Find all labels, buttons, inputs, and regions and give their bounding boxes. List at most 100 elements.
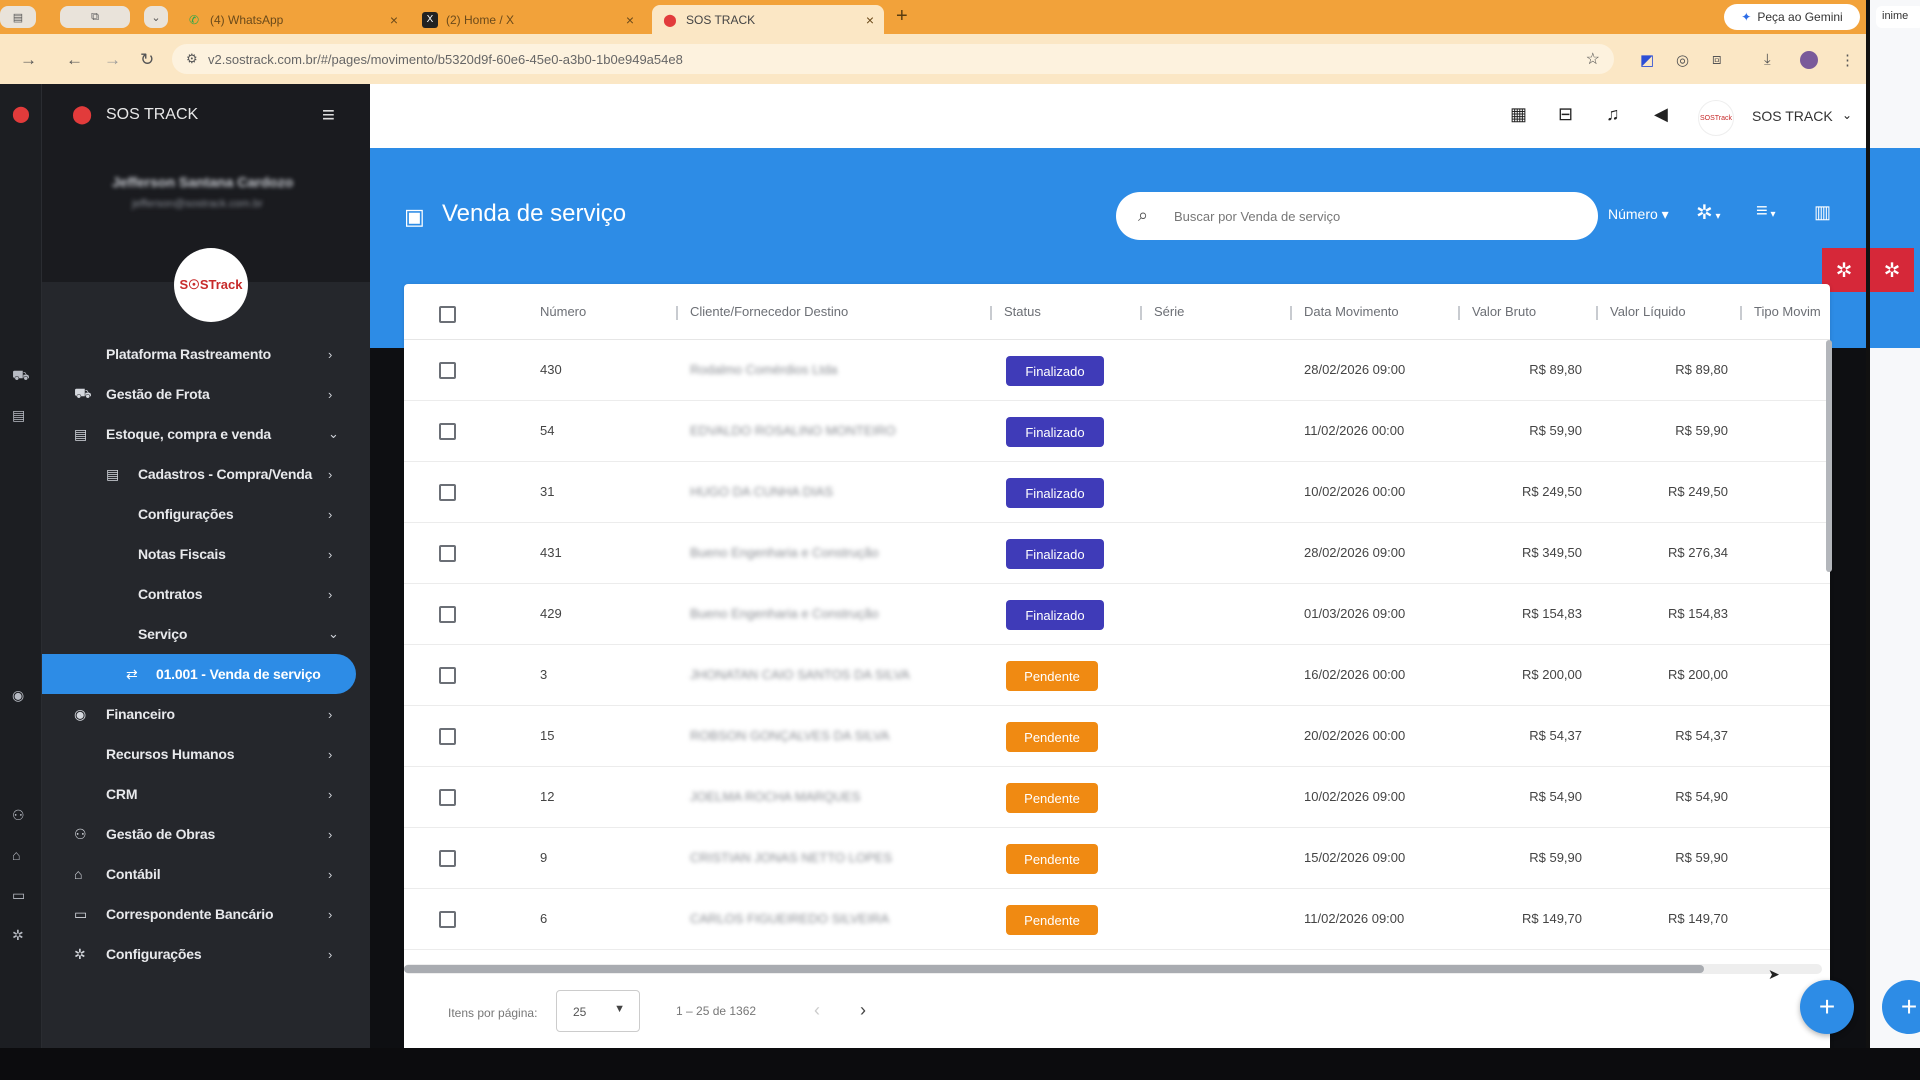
card-icon[interactable]: ▭ (12, 887, 25, 904)
row-checkbox[interactable] (439, 606, 456, 623)
row-checkbox[interactable] (439, 362, 456, 379)
column-resizer[interactable] (1458, 306, 1460, 320)
page-size-select[interactable]: 25 ▼ (556, 990, 640, 1032)
row-checkbox[interactable] (439, 545, 456, 562)
column-header-valor-liquido[interactable]: Valor Líquido (1610, 304, 1686, 319)
grid-menu-icon[interactable]: ▦ (1510, 104, 1527, 125)
column-resizer[interactable] (990, 306, 992, 320)
sidebar-item-crm[interactable]: CRM › (42, 774, 370, 814)
column-header-serie[interactable]: Série (1154, 304, 1184, 319)
header-user-name[interactable]: SOS TRACK (1752, 108, 1833, 124)
tab-x-home[interactable]: X (2) Home / X × (412, 5, 644, 34)
bell-icon[interactable]: ♫ (1606, 104, 1620, 125)
column-header-tipo-movimento[interactable]: Tipo Movim (1754, 304, 1830, 319)
select-all-checkbox[interactable] (439, 306, 456, 323)
settings-gear-icon[interactable]: ✲ ▾ (1696, 200, 1721, 225)
avatar[interactable]: SOSTrack (1698, 100, 1734, 136)
money-icon[interactable]: ◉ (12, 687, 24, 704)
forward-icon[interactable]: → (104, 50, 121, 70)
box-icon[interactable]: ▤ (12, 407, 25, 424)
column-resizer[interactable] (1740, 306, 1742, 320)
profile-avatar[interactable] (1800, 51, 1818, 69)
table-row[interactable]: 430 Rodalmo Comérdios Ltda Finalizado 28… (404, 340, 1830, 401)
row-checkbox[interactable] (439, 850, 456, 867)
sidebar-item-configuracoes-sub[interactable]: Configurações › (42, 494, 370, 534)
add-button[interactable]: + (1882, 980, 1920, 1034)
close-tab-icon[interactable]: × (626, 12, 634, 28)
new-tab-button[interactable]: + (896, 5, 908, 28)
row-checkbox[interactable] (439, 911, 456, 928)
sidebar-item-recursos-humanos[interactable]: Recursos Humanos › (42, 734, 370, 774)
table-row[interactable]: 12 JOELMA ROCHA MARQUES Pendente 10/02/2… (404, 767, 1830, 828)
table-row[interactable]: 31 HUGO DA CUNHA DIAS Finalizado 10/02/2… (404, 462, 1830, 523)
site-info-icon[interactable]: ⚙ (186, 51, 198, 67)
row-checkbox[interactable] (439, 423, 456, 440)
sidebar-item-contabil[interactable]: ⌂ Contábil › (42, 854, 370, 894)
column-resizer[interactable] (1290, 306, 1292, 320)
next-page-button[interactable]: › (860, 1000, 866, 1021)
column-resizer[interactable] (1140, 306, 1142, 320)
sidebar-item-correspondente-bancario[interactable]: ▭ Correspondente Bancário › (42, 894, 370, 934)
sidebar-item-financeiro[interactable]: ◉ Financeiro › (42, 694, 370, 734)
address-bar[interactable]: ⚙ v2.sostrack.com.br/#/pages/movimento/b… (172, 44, 1614, 74)
sidebar-item-estoque[interactable]: ▤ Estoque, compra e venda ⌄ (42, 414, 370, 454)
truck-icon[interactable]: ⛟ (12, 367, 30, 386)
sidebar-toggle-icon[interactable]: → (20, 50, 37, 70)
sidebar-item-configuracoes[interactable]: ✲ Configurações › (42, 934, 370, 974)
extension-icon[interactable]: ◎ (1676, 51, 1689, 69)
tab-sos-track[interactable]: ⬤ SOS TRACK × (652, 5, 884, 34)
extensions-puzzle-icon[interactable]: ⧈ (1712, 51, 1722, 68)
sidebar-item-servico[interactable]: Serviço ⌄ (42, 614, 370, 654)
sidebar-item-gestao-frota[interactable]: ⛟ Gestão de Frota › (42, 374, 370, 414)
table-row[interactable]: 6 CARLOS FIGUEIREDO SILVEIRA Pendente 11… (404, 889, 1830, 950)
filter-icon[interactable]: ≡ ▾ (1756, 200, 1775, 223)
table-row[interactable]: 54 EDVALDO ROSALINO MONTEIRO Finalizado … (404, 401, 1830, 462)
quick-settings-button[interactable]: ✲ (1870, 248, 1914, 292)
speaker-icon[interactable]: ◀ (1654, 104, 1668, 125)
column-resizer[interactable] (676, 306, 678, 320)
scrollbar-thumb[interactable] (404, 965, 1704, 973)
previous-page-button[interactable]: ‹ (814, 1000, 820, 1021)
tab-whatsapp[interactable]: ✆ (4) WhatsApp × (176, 5, 408, 34)
sidebar-item-gestao-obras[interactable]: ⚇ Gestão de Obras › (42, 814, 370, 854)
column-header-status[interactable]: Status (1004, 304, 1041, 319)
sidebar-item-notas-fiscais[interactable]: Notas Fiscais › (42, 534, 370, 574)
add-button[interactable]: + (1800, 980, 1854, 1034)
row-checkbox[interactable] (439, 728, 456, 745)
extension-icon[interactable]: ◩ (1640, 51, 1654, 69)
sidebar-item-cadastros[interactable]: ▤ Cadastros - Compra/Venda › (42, 454, 370, 494)
workers-icon[interactable]: ⚇ (12, 807, 25, 824)
close-tab-icon[interactable]: × (390, 12, 398, 28)
table-row[interactable]: 15 ROBSON GONÇALVES DA SILVA Pendente 20… (404, 706, 1830, 767)
vertical-scrollbar[interactable] (1826, 340, 1832, 572)
tab-groups-icon[interactable]: ▤ (0, 6, 36, 28)
hamburger-menu-icon[interactable]: ≡ (322, 102, 335, 128)
download-icon[interactable]: ⤓ (1764, 51, 1771, 68)
sidebar-item-plataforma-rastreamento[interactable]: Plataforma Rastreamento › (42, 334, 370, 374)
table-row[interactable]: 9 CRISTIAN JONAS NETTO LOPES Pendente 15… (404, 828, 1830, 889)
column-header-numero[interactable]: Número (540, 304, 586, 319)
map-icon[interactable]: ⊟ (1558, 104, 1573, 125)
sidebar-item-venda-servico[interactable]: ⇄ 01.001 - Venda de serviço (42, 654, 356, 694)
row-checkbox[interactable] (439, 789, 456, 806)
gear-icon[interactable]: ✲ (12, 927, 24, 944)
browser-menu-icon[interactable]: ⋮ (1840, 51, 1855, 69)
sidebar-item-contratos[interactable]: Contratos › (42, 574, 370, 614)
row-checkbox[interactable] (439, 667, 456, 684)
bookmark-star-icon[interactable]: ☆ (1586, 49, 1600, 69)
table-row[interactable]: 429 Bueno Engenharia e Construção Finali… (404, 584, 1830, 645)
tab-group-chip[interactable]: ⧉ (60, 6, 130, 28)
row-checkbox[interactable] (439, 484, 456, 501)
sort-field-dropdown[interactable]: Número ▾ (1608, 206, 1669, 223)
location-pin-icon[interactable]: ⬤ (12, 104, 30, 124)
column-header-valor-bruto[interactable]: Valor Bruto (1472, 304, 1536, 319)
horizontal-scrollbar[interactable] (404, 964, 1822, 974)
column-header-data-movimento[interactable]: Data Movimento (1304, 304, 1399, 319)
close-tab-icon[interactable]: × (866, 12, 874, 28)
gemini-button[interactable]: ✦ Peça ao Gemini (1724, 4, 1860, 30)
chevron-down-icon[interactable]: ⌄ (1842, 108, 1852, 122)
bank-icon[interactable]: ⌂ (12, 847, 20, 863)
column-resizer[interactable] (1596, 306, 1598, 320)
search-input[interactable]: ⌕ Buscar por Venda de serviço (1116, 192, 1598, 240)
back-icon[interactable]: ← (66, 50, 83, 70)
